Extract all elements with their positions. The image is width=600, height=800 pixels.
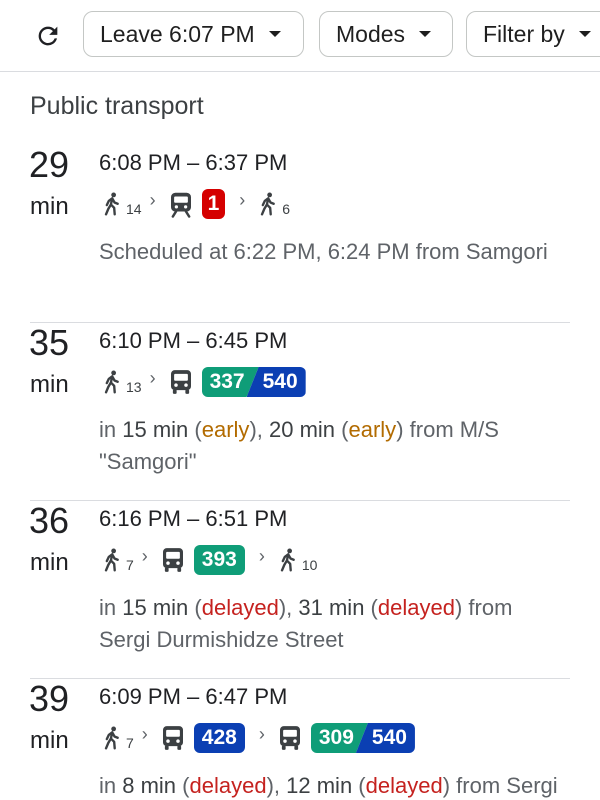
shared-line-badge: 309 540 xyxy=(311,723,415,753)
walk-leg: 13 xyxy=(99,368,142,396)
walk-minutes: 6 xyxy=(282,201,291,217)
walk-minutes: 7 xyxy=(126,735,134,751)
caret-down-icon xyxy=(268,31,281,37)
filter-label: Filter by xyxy=(483,20,565,47)
walk-icon xyxy=(255,190,281,218)
route-duration: 35 xyxy=(29,322,70,363)
route-description: in 15 min (early), 20 min (early) from M… xyxy=(99,417,499,474)
line-badge: 393 xyxy=(193,545,245,575)
bus-icon xyxy=(158,723,188,753)
modes-dropdown[interactable]: Modes xyxy=(319,11,453,57)
route-duration: 36 xyxy=(29,500,70,541)
route-legs: 14 › 1 › 6 xyxy=(99,187,290,221)
route-times: 6:10 PM – 6:45 PM xyxy=(99,328,288,353)
walk-icon xyxy=(99,190,125,218)
route-duration-unit: min xyxy=(30,727,69,754)
departure-time: 15 min xyxy=(122,595,189,620)
departure-time: 12 min xyxy=(286,773,353,798)
chevron-right-icon: › xyxy=(141,545,148,566)
chevron-right-icon: › xyxy=(149,189,156,210)
caret-down-icon xyxy=(578,31,591,37)
route-duration-unit: min xyxy=(30,549,69,576)
walk-leg: 7 xyxy=(99,546,134,574)
departure-time: 31 min xyxy=(298,595,365,620)
refresh-button[interactable] xyxy=(30,18,66,54)
shared-line-badge: 337 540 xyxy=(202,367,306,397)
transit-leg: 309 540 xyxy=(275,723,415,753)
bus-icon xyxy=(275,723,305,753)
route-description: in 15 min (delayed), 31 min (delayed) fr… xyxy=(99,595,513,652)
walk-icon xyxy=(99,368,125,396)
route-card[interactable]: 29 min 6:08 PM – 6:37 PM 14 › 1 › 6 Sche… xyxy=(0,145,600,323)
route-card[interactable]: 39 min 6:09 PM – 6:47 PM 7 › 428 › 309 5… xyxy=(0,679,600,800)
departure-status: early xyxy=(201,417,250,442)
route-description: in 8 min (delayed), 12 min (delayed) fro… xyxy=(99,770,569,800)
walk-leg: 7 xyxy=(99,724,134,752)
walk-icon xyxy=(99,546,125,574)
walk-icon xyxy=(275,546,301,574)
modes-label: Modes xyxy=(336,20,406,47)
walk-leg: 10 xyxy=(275,546,318,574)
route-legs: 13 › 337 540 xyxy=(99,365,312,399)
line-badge: 1 xyxy=(201,189,226,219)
route-times: 6:08 PM – 6:37 PM xyxy=(99,150,288,175)
chevron-right-icon: › xyxy=(141,723,148,744)
route-times: 6:09 PM – 6:47 PM xyxy=(99,684,288,709)
transit-leg: 393 xyxy=(158,545,245,575)
tram-icon xyxy=(166,189,196,219)
departure-status: delayed xyxy=(377,595,455,620)
departure-time: 8 min xyxy=(122,773,177,798)
caret-down-icon xyxy=(419,31,432,37)
departure-time: 15 min xyxy=(122,417,189,442)
transit-leg: 1 xyxy=(166,189,226,219)
walk-minutes: 10 xyxy=(301,557,318,573)
section-title: Public transport xyxy=(30,92,204,120)
route-duration: 29 xyxy=(29,144,70,185)
refresh-icon xyxy=(38,26,58,46)
departure-status: early xyxy=(348,417,397,442)
filter-dropdown[interactable]: Filter by xyxy=(466,11,600,57)
departure-time: 20 min xyxy=(269,417,336,442)
route-card[interactable]: 36 min 6:16 PM – 6:51 PM 7 › 393 › 10 in… xyxy=(0,501,600,679)
transit-leg: 337 540 xyxy=(166,367,306,397)
leave-time-dropdown[interactable]: Leave 6:07 PM xyxy=(83,11,304,57)
chevron-right-icon: › xyxy=(239,189,246,210)
line-badge: 428 xyxy=(193,723,245,753)
route-legs: 7 › 428 › 309 540 xyxy=(99,721,421,755)
walk-leg: 6 xyxy=(255,190,290,218)
route-times: 6:16 PM – 6:51 PM xyxy=(99,506,288,531)
walk-leg: 14 xyxy=(99,190,142,218)
walk-minutes: 14 xyxy=(126,201,142,217)
departure-status: delayed xyxy=(201,595,279,620)
walk-minutes: 13 xyxy=(126,379,142,395)
toolbar: Leave 6:07 PM Modes Filter by xyxy=(0,0,600,72)
bus-icon xyxy=(166,367,196,397)
departure-status: delayed xyxy=(365,773,443,798)
route-duration-unit: min xyxy=(30,193,69,220)
chevron-right-icon: › xyxy=(149,367,156,388)
walk-minutes: 7 xyxy=(126,557,134,573)
bus-icon xyxy=(158,545,188,575)
leave-time-label: Leave 6:07 PM xyxy=(100,20,255,47)
chevron-right-icon: › xyxy=(258,723,265,744)
route-legs: 7 › 393 › 10 xyxy=(99,543,317,577)
route-card[interactable]: 35 min 6:10 PM – 6:45 PM 13 › 337 540 in… xyxy=(0,323,600,501)
chevron-right-icon: › xyxy=(258,545,265,566)
walk-icon xyxy=(99,724,125,752)
route-duration: 39 xyxy=(29,678,70,719)
route-duration-unit: min xyxy=(30,371,69,398)
departure-status: delayed xyxy=(189,773,267,798)
route-description: Scheduled at 6:22 PM, 6:24 PM from Samgo… xyxy=(99,239,548,264)
transit-leg: 428 xyxy=(158,723,245,753)
